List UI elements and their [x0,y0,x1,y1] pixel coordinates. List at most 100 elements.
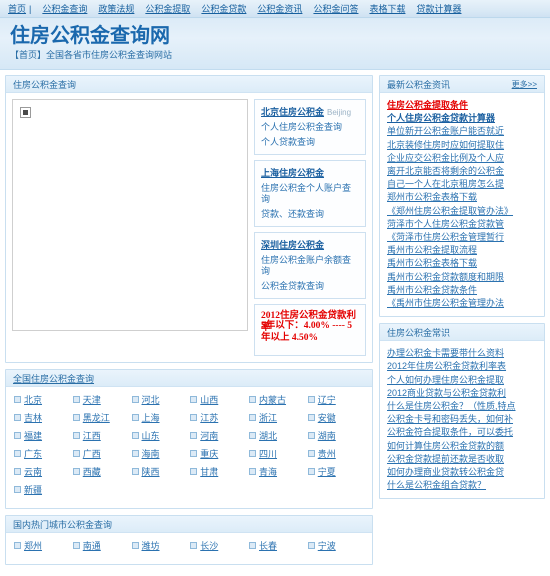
province-link-cell: 黑龙江 [72,411,132,424]
news-item[interactable]: 禹州市公积金贷款条件 [387,284,537,297]
province-link[interactable]: 吉林 [24,411,42,424]
province-link[interactable]: 广西 [83,447,101,460]
news-more-link[interactable]: 更多>> [512,79,537,90]
province-link[interactable]: 湖南 [318,429,336,442]
city-card-title[interactable]: 深圳住房公积金 [261,240,324,250]
knowledge-item[interactable]: 公积金符合提取条件，可以委托 [387,426,537,439]
nav-item-home[interactable]: 首页 [8,2,26,15]
nav-item-policy-regulations[interactable]: 政策法规 [98,2,134,15]
nav-item-loan-calculator[interactable]: 贷款计算器 [416,2,461,15]
province-link[interactable]: 江西 [83,429,101,442]
news-item[interactable]: 企业应交公积金比例及个人应 [387,152,537,165]
province-link[interactable]: 河南 [200,429,218,442]
bullet-icon [249,396,256,403]
province-link[interactable]: 西藏 [83,465,101,478]
knowledge-item[interactable]: 个人如何办理住房公积金提取 [387,374,537,387]
city-card-link[interactable]: 住房公积金账户余额查询 [261,255,359,277]
knowledge-item[interactable]: 办理公积金卡需要带什么资料 [387,347,537,360]
city-card-link[interactable]: 贷款、还款查询 [261,209,359,220]
nav-item-form-download[interactable]: 表格下载 [369,2,405,15]
news-item[interactable]: 离开北京能否将剩余的公积金 [387,165,537,178]
nav-item-fund-loan[interactable]: 公积金贷款 [201,2,246,15]
hot-city-link[interactable]: 郑州 [24,539,42,552]
province-link[interactable]: 河北 [142,393,160,406]
hot-city-link[interactable]: 南通 [83,539,101,552]
hot-city-link[interactable]: 潍坊 [142,539,160,552]
province-link[interactable]: 浙江 [259,411,277,424]
news-item[interactable]: 《禹州市住房公积金管理办法 [387,297,537,310]
city-card-shenzhen: 深圳住房公积金 住房公积金账户余额查询 公积金贷款查询 [254,232,366,299]
news-item[interactable]: 禹州市公积金提取流程 [387,244,537,257]
news-item[interactable]: 禹州市公积金表格下载 [387,257,537,270]
province-link[interactable]: 山西 [200,393,218,406]
province-link[interactable]: 陕西 [142,465,160,478]
province-link[interactable]: 广东 [24,447,42,460]
knowledge-item[interactable]: 如何办理商业贷款转公积金贷 [387,466,537,479]
province-link[interactable]: 黑龙江 [83,411,110,424]
china-map-image[interactable] [12,99,248,331]
news-item[interactable]: 《菏泽市住房公积金管理暂行 [387,231,537,244]
news-item[interactable]: 郑州市公积金表格下载 [387,191,537,204]
news-item[interactable]: 北京装修住房时应如何提取住 [387,139,537,152]
city-card-link[interactable]: 个人住房公积金查询 [261,122,359,133]
hot-city-cell: 长沙 [190,539,249,552]
news-item[interactable]: 单位新开公积金账户能否就近 [387,125,537,138]
province-link[interactable]: 青海 [259,465,277,478]
nav-item-fund-withdrawal[interactable]: 公积金提取 [145,2,190,15]
province-link[interactable]: 四川 [259,447,277,460]
province-link[interactable]: 北京 [24,393,42,406]
province-link[interactable]: 甘肃 [200,465,218,478]
province-link[interactable]: 宁夏 [318,465,336,478]
knowledge-item[interactable]: 2012商业贷款与公积金贷款利 [387,387,537,400]
nav-item-fund-qa[interactable]: 公积金问答 [313,2,358,15]
knowledge-item[interactable]: 如何计算住房公积金贷款的额 [387,440,537,453]
city-card-link[interactable]: 个人贷款查询 [261,137,359,148]
hot-city-link-grid: 郑州 南通 潍坊 长沙 长春 宁波 [6,533,372,564]
province-link[interactable]: 湖北 [259,429,277,442]
news-item[interactable]: 禹州市公积金贷款额度和期限 [387,271,537,284]
province-link[interactable]: 福建 [24,429,42,442]
bullet-icon [131,396,139,403]
province-link[interactable]: 上海 [142,411,160,424]
knowledge-item[interactable]: 公积金卡号和密码丢失，如何补 [387,413,537,426]
province-link[interactable]: 天津 [83,393,101,406]
news-item[interactable]: 菏泽市个人住房公积金贷款管 [387,218,537,231]
city-card-title[interactable]: 上海住房公积金 [261,168,324,178]
news-item[interactable]: 《郑州住房公积金提取管办法》 [387,205,537,218]
national-query-panel-title[interactable]: 全国住房公积金查询 [13,372,94,385]
knowledge-item[interactable]: 2012年住房公积金贷款利率表 [387,360,537,373]
news-list: 住房公积金提取条件 个人住房公积金贷款计算器 单位新开公积金账户能否就近 北京装修住房… [380,93,544,316]
bullet-icon [249,414,256,421]
province-link[interactable]: 山东 [142,429,160,442]
province-link[interactable]: 贵州 [318,447,336,460]
news-item[interactable]: 个人住房公积金贷款计算器 [387,112,537,125]
news-item[interactable]: 住房公积金提取条件 [387,99,537,112]
hot-city-link[interactable]: 长沙 [200,539,218,552]
bullet-icon [307,542,315,549]
city-card-link[interactable]: 住房公积金个人账户查询 [261,183,359,205]
knowledge-item[interactable]: 什么是公积金组合贷款？ [387,479,537,492]
bullet-icon [307,468,315,475]
news-item[interactable]: 自己一个人在北京租房怎么提 [387,178,537,191]
province-link-grid: 北京 天津 河北 山西 内蒙古 辽宁吉林 黑龙江 上海 江苏 浙江 安徽福建 江西 山东 河南 湖北 湖南广东… [6,387,372,508]
province-link[interactable]: 云南 [24,465,42,478]
province-link[interactable]: 海南 [142,447,160,460]
province-link[interactable]: 内蒙古 [259,393,286,406]
province-link-cell: 福建 [14,429,73,442]
province-link[interactable]: 重庆 [200,447,218,460]
bullet-icon [131,468,139,475]
province-link[interactable]: 江苏 [200,411,218,424]
province-link[interactable]: 新疆 [24,483,42,496]
city-card-link[interactable]: 公积金贷款查询 [261,281,359,292]
province-link-cell: 山西 [190,393,249,406]
bullet-icon [307,450,315,457]
province-link[interactable]: 安徽 [318,411,336,424]
nav-item-fund-news[interactable]: 公积金资讯 [257,2,302,15]
city-card-title[interactable]: 北京住房公积金 [261,107,324,117]
hot-city-link[interactable]: 宁波 [318,539,336,552]
knowledge-item[interactable]: 什么是住房公积金？（性质,特点 [387,400,537,413]
hot-city-link[interactable]: 长春 [259,539,277,552]
knowledge-item[interactable]: 公积金贷款提前还款是否收取 [387,453,537,466]
nav-item-fund-query[interactable]: 公积金查询 [42,2,87,15]
province-link[interactable]: 辽宁 [318,393,336,406]
